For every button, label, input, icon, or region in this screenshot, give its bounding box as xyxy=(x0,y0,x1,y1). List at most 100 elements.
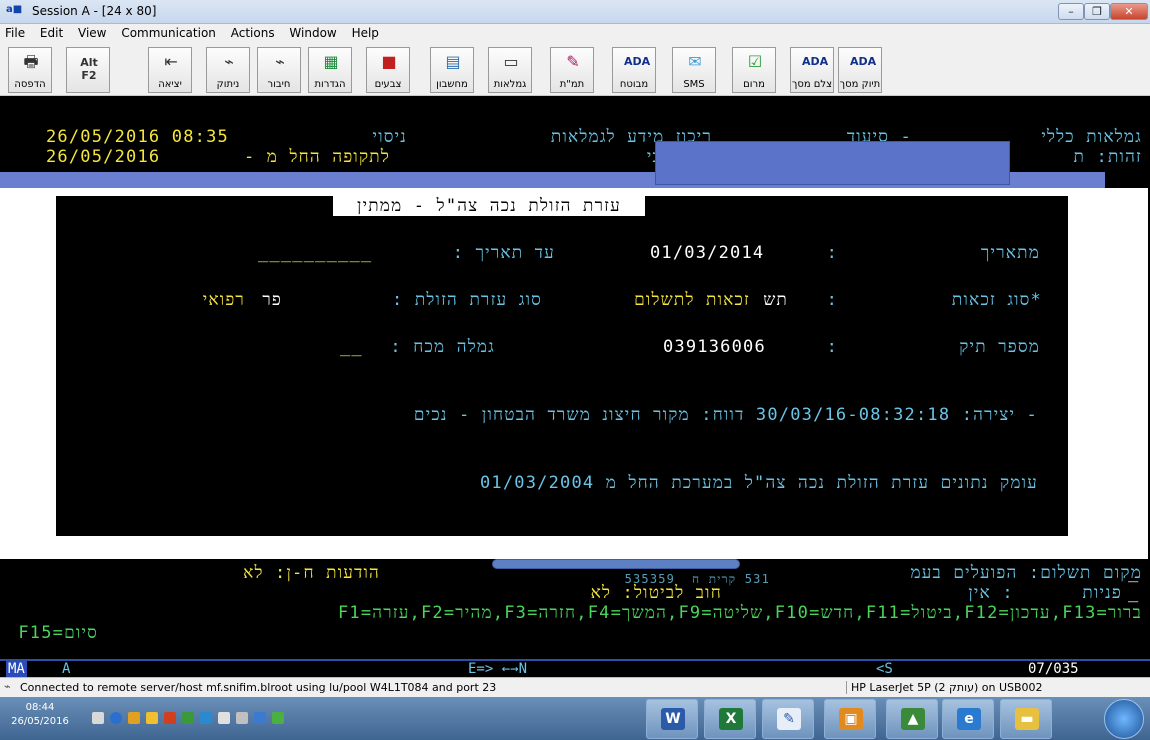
folder-icon: ▬ xyxy=(1015,708,1039,730)
disconnect-icon: ⌁ xyxy=(224,52,234,71)
toolbar: 🖶 הדפסה Alt F2 ⇤ יציאה ⌁ ניתוק ⌁ חיבור ▦ הגדר… xyxy=(0,44,1150,96)
print-button[interactable]: 🖶 הדפסה xyxy=(8,47,52,93)
sms-label: SMS xyxy=(683,79,705,90)
menu-actions[interactable]: Actions xyxy=(226,24,281,40)
side-markers: _ פ _ _ _ _ _ _ xyxy=(1082,217,1102,537)
pension-input[interactable]: __ xyxy=(340,337,363,357)
user-name: ניסוי xyxy=(372,127,407,147)
menu-edit[interactable]: Edit xyxy=(35,24,69,40)
cancel-debt-label: חוב לביטול: לא xyxy=(590,583,722,603)
image-viewer-icon: ▲ xyxy=(901,708,925,730)
start-button[interactable] xyxy=(1104,699,1144,739)
calculator-icon: ▤ xyxy=(445,52,461,71)
tray-bluetooth-icon[interactable] xyxy=(254,712,266,724)
header-datetime: 26/05/2016 08:35 xyxy=(46,127,229,147)
from-date-input[interactable]: 01/03/2014 xyxy=(650,243,764,263)
word-icon: W xyxy=(661,708,685,730)
pensions-icon: ▭ xyxy=(503,52,519,71)
disconnect-label: ניתוק xyxy=(216,79,240,90)
insured-icon: ADA xyxy=(624,55,651,68)
side-mark: _ xyxy=(1091,422,1102,440)
tray-office-icon[interactable] xyxy=(128,712,140,724)
to-date-label: עד תאריך : xyxy=(452,243,555,263)
screenshot-label: צלם מסך xyxy=(791,79,833,90)
title-bar: a■ Session A - [24 x 80] – ❐ ✕ xyxy=(0,0,1150,24)
notices-label: הודעות ח-ן: לא xyxy=(243,563,380,583)
marom-icon: ☑ xyxy=(747,52,763,71)
file-number-label: מספר תיק xyxy=(959,337,1040,357)
menu-help[interactable]: Help xyxy=(347,24,385,40)
menu-view[interactable]: View xyxy=(73,24,112,40)
tray-mail-icon[interactable] xyxy=(218,712,230,724)
clock-time: 08:44 xyxy=(25,702,55,713)
dialog-title: עזרת הזולת נכה צה"ל - ממתין לתוקף xyxy=(333,196,645,236)
ma-indicator: MA xyxy=(6,661,27,677)
colors-button[interactable]: ■ צבעים xyxy=(366,47,410,93)
menu-file[interactable]: File xyxy=(0,24,31,40)
side-mark: _ xyxy=(1091,397,1102,415)
disconnect-button[interactable]: ⌁ ניתוק xyxy=(206,47,250,93)
to-date-input[interactable]: __________ xyxy=(258,243,372,263)
pensions-button[interactable]: ▭ גמלאות xyxy=(488,47,532,93)
connect-button[interactable]: ⌁ חיבור xyxy=(257,47,301,93)
tray-monitor-icon[interactable] xyxy=(272,712,284,724)
calculator-button[interactable]: ▤ מחשבון xyxy=(430,47,474,93)
taskbar-viewer[interactable]: ▲ xyxy=(886,699,938,739)
function-keys-line2: סיום=F15 xyxy=(18,623,98,643)
taskbar-terminal[interactable]: ▣ xyxy=(824,699,876,739)
horizontal-scroll-thumb[interactable] xyxy=(492,559,740,569)
terminal-window: a■ Session A - [24 x 80] – ❐ ✕ File Edit… xyxy=(0,0,1150,740)
id-label: זהות: ת xyxy=(1073,147,1142,167)
settings-button[interactable]: ▦ הגדרות xyxy=(308,47,352,93)
taskbar-excel[interactable]: X xyxy=(704,699,756,739)
settings-icon: ▦ xyxy=(323,52,339,71)
exit-icon: ⇤ xyxy=(164,52,178,71)
maximize-button[interactable]: ❐ xyxy=(1084,3,1110,20)
side-mark: פ xyxy=(1092,293,1102,311)
file-screen-icon: ADA xyxy=(850,55,877,68)
period-label: לתקופה החל מ - xyxy=(243,147,390,167)
system-clock[interactable]: 08:44 26/05/2016 xyxy=(8,701,72,729)
exit-button[interactable]: ⇤ יציאה xyxy=(148,47,192,93)
tray-folder-icon[interactable] xyxy=(146,712,158,724)
operator-info-area: MA A E=> ←→N <S 07/035 xyxy=(0,659,1150,677)
insured-button[interactable]: ADA מבוטח xyxy=(612,47,656,93)
taskbar-ie[interactable]: e xyxy=(942,699,994,739)
creation-line: - יצירה: 30/03/16-08:32:18 דווח: מקור חי… xyxy=(413,405,1038,425)
help-type-code-input[interactable]: פר xyxy=(262,290,282,310)
redaction-box xyxy=(655,141,1010,185)
menu-communication[interactable]: Communication xyxy=(116,24,222,40)
marom-button[interactable]: ☑ מרום xyxy=(732,47,776,93)
tray-sync-icon[interactable] xyxy=(182,712,194,724)
alt-f2-icon: Alt F2 xyxy=(80,56,98,82)
taskbar-editor[interactable]: ✎ xyxy=(762,699,814,739)
screenshot-button[interactable]: ADA צלם מסך xyxy=(790,47,834,93)
menu-window[interactable]: Window xyxy=(284,24,342,40)
minimize-button[interactable]: – xyxy=(1058,3,1084,20)
tray-app-icon[interactable] xyxy=(164,712,176,724)
cursor-mark: _ xyxy=(1128,583,1140,603)
function-keys-line1: ברור=F13,עדכון=F12,ביטול=F11,חדש=F10,שלי… xyxy=(337,603,1142,623)
sms-icon: ✉ xyxy=(688,52,702,71)
tray-volume-icon[interactable] xyxy=(236,712,248,724)
taskbar-explorer[interactable]: ▬ xyxy=(1000,699,1052,739)
insured-label: מבוטח xyxy=(619,79,649,90)
file-screen-button[interactable]: ADA תיוק מסך xyxy=(838,47,882,93)
entitlement-code-input[interactable]: תש xyxy=(763,290,788,310)
terminal-app-icon: ▣ xyxy=(839,708,863,730)
tray-shield-icon[interactable] xyxy=(200,712,212,724)
tray-network-icon[interactable] xyxy=(92,712,104,724)
tmt-button[interactable]: ✎ תמ"ת xyxy=(550,47,594,93)
close-button[interactable]: ✕ xyxy=(1110,3,1148,20)
dialog-scrollbar[interactable] xyxy=(1068,196,1078,536)
help-type-label: סוג עזרת הזולת : xyxy=(391,290,542,310)
print-label: הדפסה xyxy=(14,79,46,90)
sms-button[interactable]: ✉ SMS xyxy=(672,47,716,93)
file-screen-label: תיוק מסך xyxy=(839,79,881,90)
alt-f2-button[interactable]: Alt F2 xyxy=(66,47,110,93)
taskbar-word[interactable]: W xyxy=(646,699,698,739)
terminal-screen[interactable]: גמלאות כללי - סיעוד ריכוז מידע לגמלאות נ… xyxy=(0,97,1150,659)
tray-globe-icon[interactable] xyxy=(110,712,122,724)
help-type-value: רפואי xyxy=(202,290,245,310)
connect-icon: ⌁ xyxy=(275,52,285,71)
